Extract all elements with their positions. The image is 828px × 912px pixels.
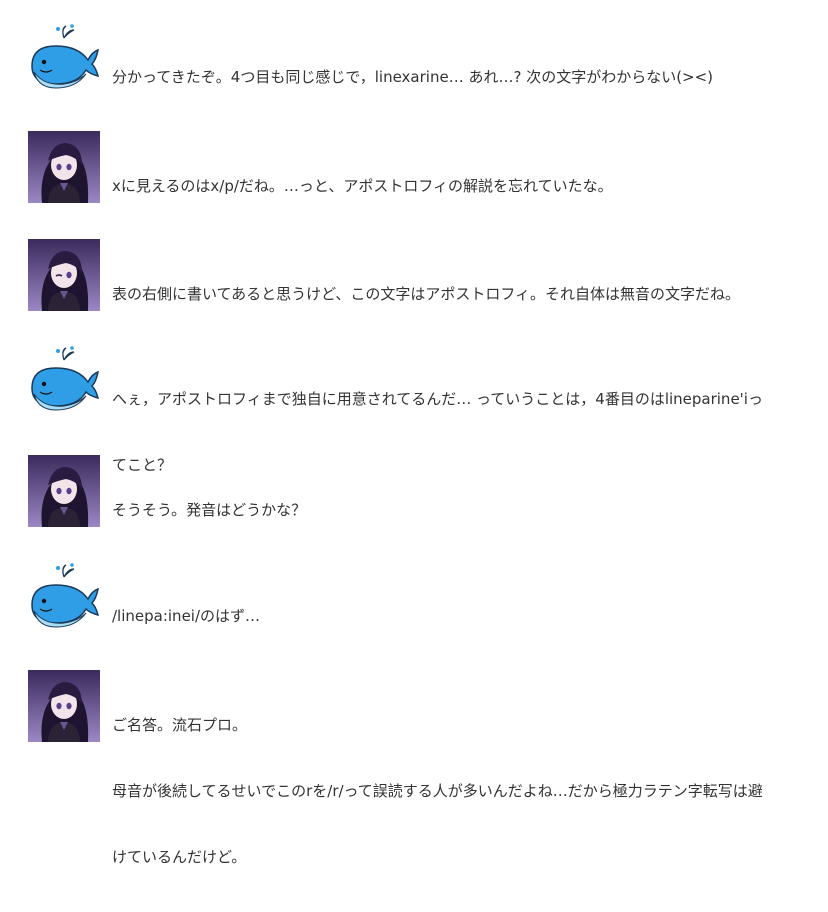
message-text: /linepa:inei/のはず…: [112, 561, 818, 671]
message-line: 母音が後続してるせいでこのrを/r/って誤読する人が多いんだよね…だから極力ラテ…: [112, 782, 763, 800]
message-text: そうそう。発音はどうかな？: [112, 455, 818, 565]
message-line: ご名答。流石プロ。: [112, 716, 248, 734]
whale-icon: [28, 561, 100, 633]
message-text: ご名答。流石プロ。 母音が後続してるせいでこのrを/r/って誤読する人が多いんだ…: [112, 670, 818, 912]
whale-icon: [28, 344, 100, 416]
message-line: けているんだけど。: [112, 848, 247, 866]
girl-avatar: [28, 455, 100, 527]
message-text: 分かってきたぞ。4つ目も同じ感じで，linexarine… あれ…? 次の文字が…: [112, 22, 818, 132]
message-line: /linepa:inei/のはず…: [112, 607, 261, 625]
message-text: 表の右側に書いてあると思うけど、この文字はアポストロフィ。それ自体は無音の文字だ…: [112, 239, 818, 349]
girl-avatar: [28, 131, 100, 203]
chat-log: 分かってきたぞ。4つ目も同じ感じで，linexarine… あれ…? 次の文字が…: [0, 0, 828, 866]
message-line: 表の右側に書いてあると思うけど、この文字はアポストロフィ。それ自体は無音の文字だ…: [112, 285, 741, 303]
message-line: xに見えるのはx/p/だね。…っと、アポストロフィの解説を忘れていたな。: [112, 177, 613, 195]
message-line: 分かってきたぞ。4つ目も同じ感じで，linexarine… あれ…? 次の文字が…: [112, 68, 714, 86]
whale-icon: [28, 22, 100, 94]
message-line: へぇ，アポストロフィまで独自に用意されてるんだ… っていうことは，4番目のはli…: [112, 390, 763, 408]
message-text: xに見えるのはx/p/だね。…っと、アポストロフィの解説を忘れていたな。: [112, 131, 818, 241]
girl-avatar: [28, 670, 100, 742]
message-line: そうそう。発音はどうかな？: [112, 501, 307, 519]
girl-avatar: [28, 239, 100, 311]
